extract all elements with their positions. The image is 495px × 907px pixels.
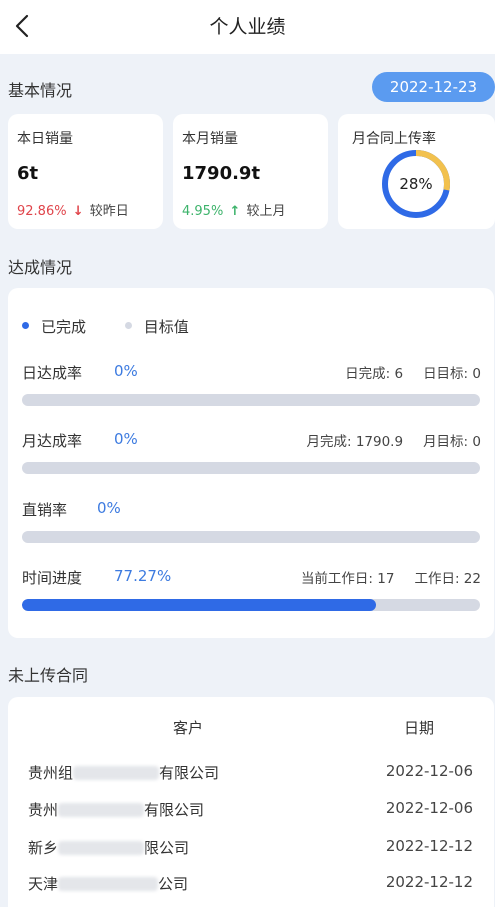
target-dot-icon	[124, 322, 132, 329]
daily-rate-detail: 日完成: 6 日目标: 0	[345, 362, 481, 382]
daily-compare-label: 较昨日	[89, 204, 129, 219]
top-bar: 个人业绩	[0, 0, 495, 54]
direct-sales-bar	[22, 531, 480, 543]
achieve-legend: 已完成 目标值	[22, 316, 189, 337]
monthly-rate-bar	[22, 462, 480, 474]
total-workday: 工作日: 22	[414, 571, 481, 587]
achieve-section-title: 达成情况	[8, 258, 73, 277]
daily-rate-label: 日达成率	[22, 364, 83, 382]
customer-name-suffix: 有限公司	[159, 764, 220, 782]
time-progress-fill	[22, 599, 376, 611]
monthly-sales-card: 本月销量 1790.9t 4.95% ↑ 较上月	[173, 114, 328, 229]
redacted-text	[73, 765, 160, 780]
daily-sales-value: 6t	[17, 163, 39, 184]
monthly-sales-value: 1790.9t	[182, 163, 261, 184]
table-row[interactable]: 新乡 限公司	[28, 837, 189, 858]
time-progress-bar	[22, 599, 480, 611]
customer-column-header: 客户	[173, 719, 204, 737]
daily-change-percent: 92.86%	[17, 204, 67, 219]
customer-name-prefix: 天津	[28, 875, 59, 893]
direct-sales-value: 0%	[97, 499, 121, 517]
done-dot-icon	[22, 322, 29, 329]
table-row[interactable]: 天津 公司	[28, 873, 188, 894]
daily-sales-label: 本日销量	[17, 131, 73, 147]
monthly-rate-value: 0%	[114, 430, 138, 448]
monthly-change-percent: 4.95%	[182, 204, 224, 219]
contract-upload-ring: 28%	[380, 148, 452, 220]
current-workday: 当前工作日: 17	[300, 571, 395, 587]
customer-name-suffix: 限公司	[144, 839, 190, 857]
customer-name-suffix: 公司	[158, 875, 189, 893]
row-date: 2022-12-06	[385, 799, 473, 817]
table-row[interactable]: 贵州 有限公司	[28, 799, 204, 820]
daily-sales-change: 92.86% ↓ 较昨日	[17, 200, 129, 219]
redacted-text	[58, 840, 145, 855]
customer-name-suffix: 有限公司	[144, 801, 205, 819]
direct-sales-label: 直销率	[22, 501, 68, 519]
monthly-done: 月完成: 1790.9	[306, 434, 404, 450]
arrow-up-icon: ↑	[229, 204, 241, 219]
time-progress-label: 时间进度	[22, 569, 83, 587]
legend-done: 已完成	[41, 318, 87, 336]
row-date: 2022-12-06	[385, 762, 473, 780]
daily-rate-value: 0%	[114, 362, 138, 380]
time-progress-detail: 当前工作日: 17 工作日: 22	[301, 567, 481, 587]
daily-done: 日完成: 6	[345, 366, 404, 382]
customer-name-prefix: 贵州组	[28, 764, 74, 782]
monthly-sales-change: 4.95% ↑ 较上月	[182, 200, 286, 219]
monthly-rate-detail: 月完成: 1790.9 月目标: 0	[306, 430, 481, 450]
monthly-target: 月目标: 0	[423, 434, 481, 450]
contract-upload-value: 28%	[399, 175, 433, 193]
arrow-down-icon: ↓	[72, 204, 84, 219]
contract-upload-card: 月合同上传率 28%	[338, 114, 495, 229]
customer-name-prefix: 新乡	[28, 839, 59, 857]
table-row[interactable]: 贵州组 有限公司	[28, 762, 219, 783]
contracts-section-title: 未上传合同	[8, 666, 89, 685]
customer-name-prefix: 贵州	[28, 801, 59, 819]
time-progress-value: 77.27%	[114, 567, 172, 585]
page-title: 个人业绩	[209, 16, 286, 38]
date-picker-button[interactable]: 2022-12-23	[372, 72, 495, 102]
row-date: 2022-12-12	[385, 873, 473, 891]
monthly-compare-label: 较上月	[246, 204, 286, 219]
redacted-text	[58, 802, 145, 817]
daily-sales-card: 本日销量 6t 92.86% ↓ 较昨日	[8, 114, 163, 229]
row-date: 2022-12-12	[385, 837, 473, 855]
basic-section-title: 基本情况	[8, 81, 73, 100]
monthly-sales-label: 本月销量	[182, 131, 238, 147]
contract-upload-label: 月合同上传率	[352, 131, 436, 147]
date-column-header: 日期	[404, 719, 435, 737]
daily-target: 日目标: 0	[423, 366, 481, 382]
redacted-text	[58, 876, 159, 891]
legend-target: 目标值	[143, 318, 189, 336]
monthly-rate-label: 月达成率	[22, 432, 83, 450]
daily-rate-bar	[22, 394, 480, 406]
